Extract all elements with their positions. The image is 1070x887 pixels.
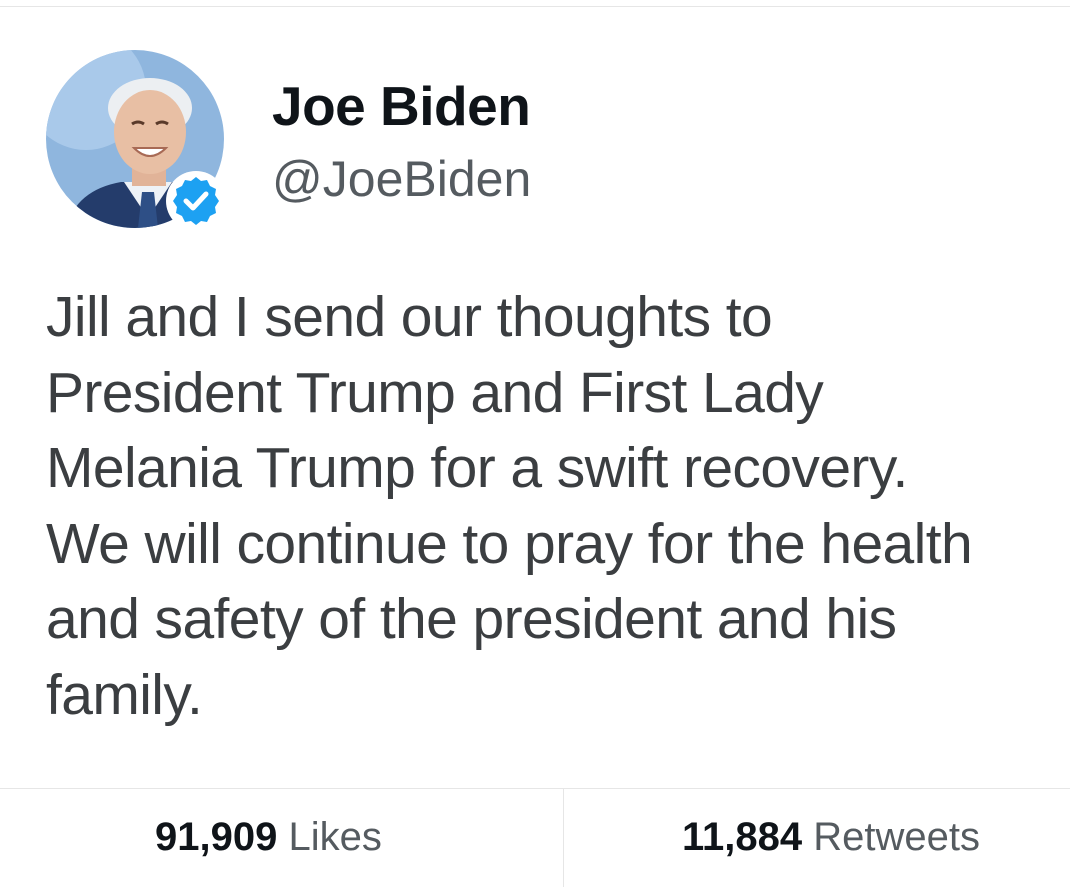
author-display-name[interactable]: Joe Biden [272,74,531,138]
stats-divider-vertical [563,789,564,887]
retweets-stat[interactable]: 11,884 Retweets [682,815,980,860]
retweets-count: 11,884 [682,815,803,859]
tweet-text-line: We will continue to pray for the health [46,511,973,576]
likes-stat[interactable]: 91,909 Likes [155,815,382,860]
likes-label: Likes [288,815,382,859]
tweet-text-line: and safety of the president and his [46,587,897,651]
tweet-text-line: Jill and I send our thoughts to [46,285,773,349]
likes-count: 91,909 [155,815,278,859]
tweet-text-line: President Trump and First Lady [46,360,824,425]
tweet-text-line: family. [46,662,203,727]
author-avatar[interactable] [46,50,227,232]
tweet-text: Jill and I send our thoughts to Presiden… [46,280,1070,733]
retweets-label: Retweets [813,815,981,859]
tweet-text-line: Melania Trump for a swift recovery. [46,436,908,500]
top-divider [0,6,1070,7]
stats-divider-horizontal [0,788,1070,789]
verified-badge-icon [165,170,227,232]
author-handle[interactable]: @JoeBiden [272,150,531,208]
